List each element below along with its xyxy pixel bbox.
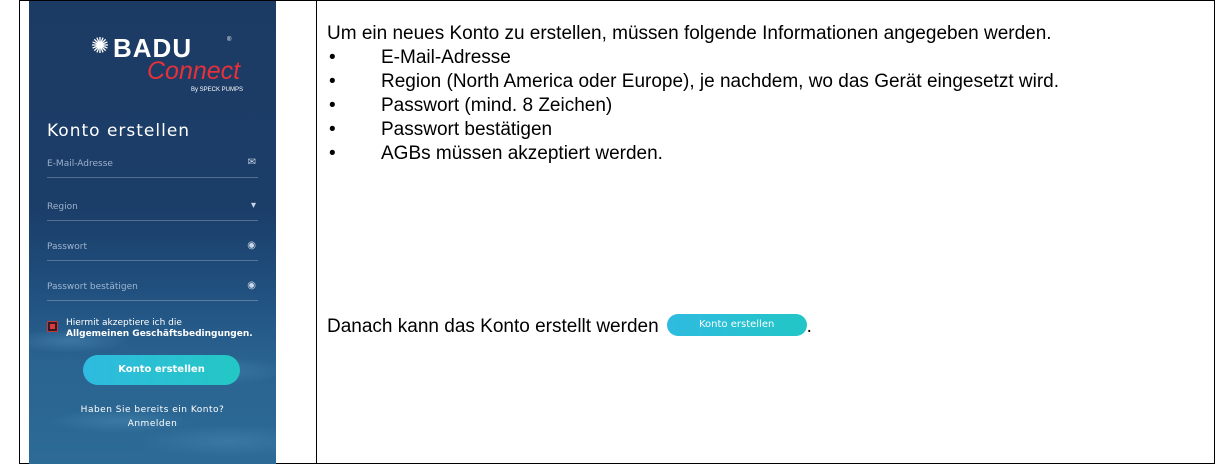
list-item: • E-Mail-Adresse	[327, 46, 1187, 70]
logo-trademark: ®	[227, 37, 232, 43]
confirm-password-field-label: Passwort bestätigen	[47, 282, 138, 292]
list-item: • Passwort bestätigen	[327, 118, 1187, 142]
app-screenshot: ✺ BADU ® Connect By SPECK PUMPS Konto er…	[29, 1, 276, 464]
list-item: • Passwort (mind. 8 Zeichen)	[327, 94, 1187, 118]
inline-create-account-button: Konto erstellen	[666, 314, 807, 336]
bullet: •	[329, 47, 336, 68]
eye-icon[interactable]: ◉	[247, 240, 256, 251]
password-field[interactable]: Passwort ◉	[47, 234, 258, 261]
badu-connect-logo: ✺ BADU ® Connect By SPECK PUMPS	[29, 31, 276, 101]
bullet: •	[329, 143, 336, 164]
create-account-button[interactable]: Konto erstellen	[83, 355, 240, 385]
email-field[interactable]: E-Mail-Adresse ✉	[47, 151, 258, 178]
password-field-label: Passwort	[47, 242, 88, 252]
confirm-password-field[interactable]: Passwort bestätigen ◉	[47, 274, 258, 301]
caret-down-icon: ▾	[250, 200, 256, 211]
email-field-label: E-Mail-Adresse	[47, 159, 113, 169]
description-text: Um ein neues Konto zu erstellen, müssen …	[327, 22, 1187, 166]
list-item-text: Passwort bestätigen	[381, 119, 553, 140]
list-item-text: E-Mail-Adresse	[381, 47, 511, 68]
agb-label: Hiermit akzeptiere ich die Allgemeinen G…	[66, 318, 276, 340]
page-title: Konto erstellen	[47, 121, 191, 141]
list-item: • Region (North America oder Europe), je …	[327, 70, 1187, 94]
login-question: Haben Sie bereits ein Konto?	[80, 405, 225, 415]
logo-product: Connect	[147, 57, 241, 85]
agb-link[interactable]: Allgemeinen Geschäftsbedingungen.	[66, 329, 276, 340]
envelope-icon: ✉	[247, 157, 256, 168]
region-field-label: Region	[47, 202, 78, 212]
after-text: Danach kann das Konto erstellt werden	[327, 316, 659, 338]
table-column-divider	[316, 0, 317, 463]
bullet: •	[329, 119, 336, 140]
list-item-text: Passwort (mind. 8 Zeichen)	[381, 95, 613, 116]
region-select[interactable]: Region ▾	[47, 194, 258, 221]
list-item: • AGBs müssen akzeptiert werden.	[327, 142, 1187, 166]
requirements-list: • E-Mail-Adresse • Region (North America o…	[327, 46, 1187, 166]
agb-checkbox[interactable]	[47, 321, 58, 332]
eye-icon[interactable]: ◉	[247, 280, 256, 291]
after-period: .	[806, 316, 812, 338]
list-item-text: Region (North America oder Europe), je n…	[381, 71, 1059, 92]
bullet: •	[329, 95, 336, 116]
after-sentence: Danach kann das Konto erstellt werden Kon…	[327, 314, 812, 338]
badu-logo-icon: ✺	[90, 33, 110, 58]
login-link[interactable]: Anmelden	[29, 419, 276, 429]
list-item-text: AGBs müssen akzeptiert werden.	[381, 143, 663, 164]
intro-paragraph: Um ein neues Konto zu erstellen, müssen …	[327, 23, 1052, 44]
agb-label-line1: Hiermit akzeptiere ich die	[66, 318, 182, 328]
logo-byline: By SPECK PUMPS	[191, 87, 244, 93]
bullet: •	[329, 71, 336, 92]
